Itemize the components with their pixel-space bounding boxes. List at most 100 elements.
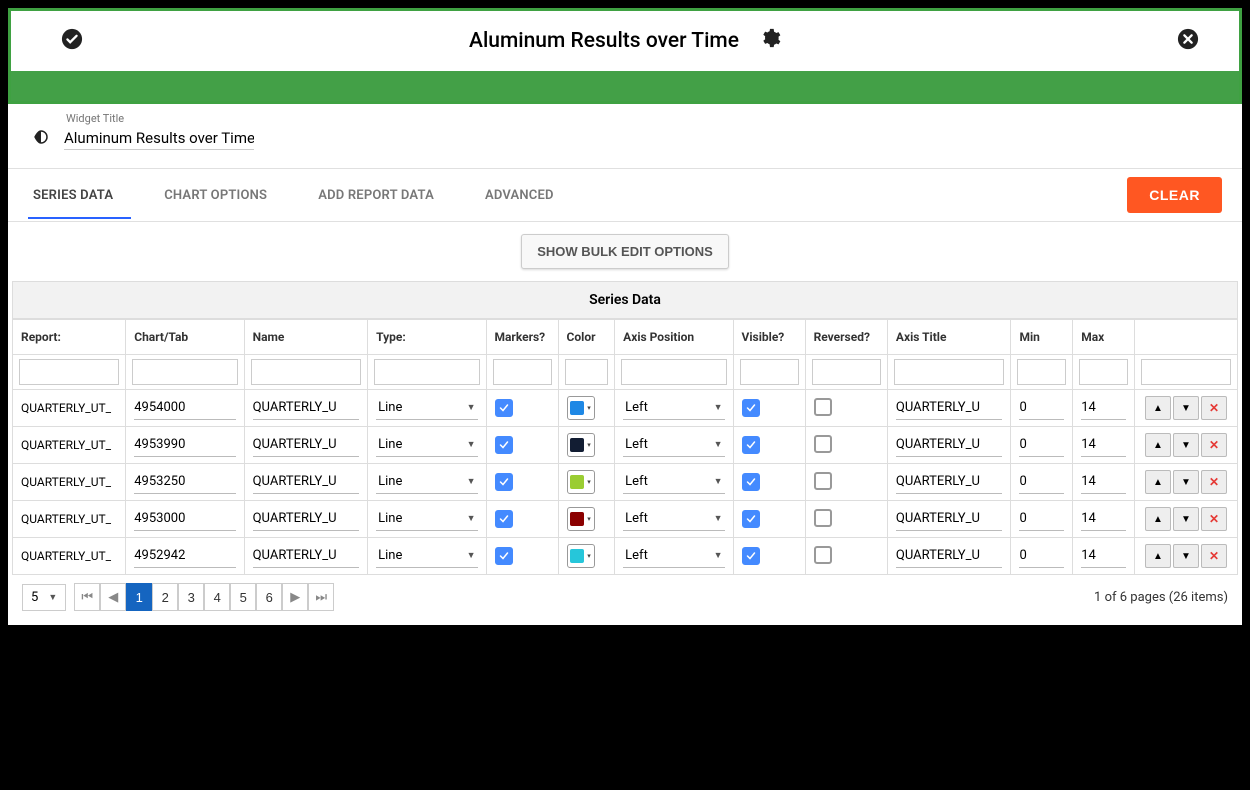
color-picker[interactable]: ▾: [567, 433, 595, 457]
chart-input[interactable]: [134, 544, 235, 568]
delete-button[interactable]: ✕: [1201, 507, 1227, 531]
col-header[interactable]: Name: [244, 320, 368, 355]
axis-position-select[interactable]: Left▼: [623, 507, 724, 531]
filter-input[interactable]: [565, 359, 609, 385]
filter-input[interactable]: [1079, 359, 1128, 385]
chart-input[interactable]: [134, 507, 235, 531]
move-down-button[interactable]: ▼: [1173, 433, 1199, 457]
name-input[interactable]: [253, 507, 360, 531]
max-input[interactable]: [1081, 396, 1126, 420]
filter-input[interactable]: [894, 359, 1005, 385]
col-header[interactable]: Color: [558, 320, 615, 355]
move-down-button[interactable]: ▼: [1173, 544, 1199, 568]
col-header[interactable]: Min: [1011, 320, 1073, 355]
checkbox-checked[interactable]: [495, 436, 513, 454]
pager-next[interactable]: ▶: [282, 583, 308, 611]
checkbox-checked[interactable]: [742, 510, 760, 528]
confirm-icon[interactable]: [61, 28, 83, 54]
move-up-button[interactable]: ▲: [1145, 507, 1171, 531]
bulk-edit-button[interactable]: SHOW BULK EDIT OPTIONS: [521, 234, 729, 269]
max-input[interactable]: [1081, 544, 1126, 568]
page-size-select[interactable]: 5▼: [22, 584, 66, 611]
col-header[interactable]: Reversed?: [805, 320, 887, 355]
filter-input[interactable]: [621, 359, 726, 385]
color-picker[interactable]: ▾: [567, 470, 595, 494]
axis-position-select[interactable]: Left▼: [623, 433, 724, 457]
clear-button[interactable]: CLEAR: [1127, 177, 1222, 213]
col-header[interactable]: [1134, 320, 1237, 355]
filter-input[interactable]: [493, 359, 552, 385]
max-input[interactable]: [1081, 433, 1126, 457]
filter-input[interactable]: [251, 359, 362, 385]
pager-page-1[interactable]: 1: [126, 583, 152, 611]
checkbox-unchecked[interactable]: [814, 472, 832, 490]
axis-title-input[interactable]: [896, 507, 1003, 531]
min-input[interactable]: [1019, 544, 1064, 568]
col-header[interactable]: Max: [1073, 320, 1135, 355]
pager-page-4[interactable]: 4: [204, 583, 230, 611]
min-input[interactable]: [1019, 507, 1064, 531]
tab-series-data[interactable]: SERIES DATA: [28, 172, 131, 219]
contrast-icon[interactable]: [32, 128, 50, 150]
name-input[interactable]: [253, 544, 360, 568]
pager-page-6[interactable]: 6: [256, 583, 282, 611]
filter-input[interactable]: [19, 359, 119, 385]
tab-chart-options[interactable]: CHART OPTIONS: [159, 172, 285, 219]
pager-page-5[interactable]: 5: [230, 583, 256, 611]
checkbox-unchecked[interactable]: [814, 509, 832, 527]
filter-input[interactable]: [812, 359, 881, 385]
checkbox-checked[interactable]: [742, 547, 760, 565]
move-up-button[interactable]: ▲: [1145, 470, 1171, 494]
delete-button[interactable]: ✕: [1201, 433, 1227, 457]
col-header[interactable]: Axis Position: [615, 320, 733, 355]
axis-title-input[interactable]: [896, 396, 1003, 420]
chart-input[interactable]: [134, 433, 235, 457]
delete-button[interactable]: ✕: [1201, 544, 1227, 568]
move-down-button[interactable]: ▼: [1173, 470, 1199, 494]
col-header[interactable]: Visible?: [733, 320, 805, 355]
axis-position-select[interactable]: Left▼: [623, 544, 724, 568]
move-down-button[interactable]: ▼: [1173, 396, 1199, 420]
checkbox-unchecked[interactable]: [814, 435, 832, 453]
checkbox-checked[interactable]: [495, 510, 513, 528]
max-input[interactable]: [1081, 507, 1126, 531]
checkbox-unchecked[interactable]: [814, 546, 832, 564]
delete-button[interactable]: ✕: [1201, 470, 1227, 494]
pager-prev[interactable]: ◀: [100, 583, 126, 611]
color-picker[interactable]: ▾: [567, 507, 595, 531]
col-header[interactable]: Report:: [13, 320, 126, 355]
min-input[interactable]: [1019, 396, 1064, 420]
checkbox-checked[interactable]: [495, 547, 513, 565]
filter-input[interactable]: [132, 359, 237, 385]
col-header[interactable]: Chart/Tab: [126, 320, 244, 355]
move-down-button[interactable]: ▼: [1173, 507, 1199, 531]
name-input[interactable]: [253, 470, 360, 494]
checkbox-checked[interactable]: [495, 473, 513, 491]
col-header[interactable]: Axis Title: [887, 320, 1011, 355]
min-input[interactable]: [1019, 470, 1064, 494]
widget-title-input[interactable]: [64, 127, 254, 150]
pager-last[interactable]: ⏭: [308, 583, 334, 611]
checkbox-checked[interactable]: [742, 473, 760, 491]
type-select[interactable]: Line▼: [376, 544, 477, 568]
chart-input[interactable]: [134, 396, 235, 420]
max-input[interactable]: [1081, 470, 1126, 494]
tab-advanced[interactable]: ADVANCED: [480, 172, 572, 219]
pager-first[interactable]: ⏮: [74, 583, 100, 611]
axis-title-input[interactable]: [896, 470, 1003, 494]
chart-input[interactable]: [134, 470, 235, 494]
type-select[interactable]: Line▼: [376, 470, 477, 494]
close-icon[interactable]: [1177, 28, 1199, 54]
name-input[interactable]: [253, 396, 360, 420]
col-header[interactable]: Type:: [368, 320, 486, 355]
type-select[interactable]: Line▼: [376, 507, 477, 531]
filter-input[interactable]: [740, 359, 799, 385]
move-up-button[interactable]: ▲: [1145, 544, 1171, 568]
type-select[interactable]: Line▼: [376, 433, 477, 457]
axis-title-input[interactable]: [896, 544, 1003, 568]
min-input[interactable]: [1019, 433, 1064, 457]
col-header[interactable]: Markers?: [486, 320, 558, 355]
checkbox-checked[interactable]: [742, 399, 760, 417]
move-up-button[interactable]: ▲: [1145, 396, 1171, 420]
pager-page-3[interactable]: 3: [178, 583, 204, 611]
